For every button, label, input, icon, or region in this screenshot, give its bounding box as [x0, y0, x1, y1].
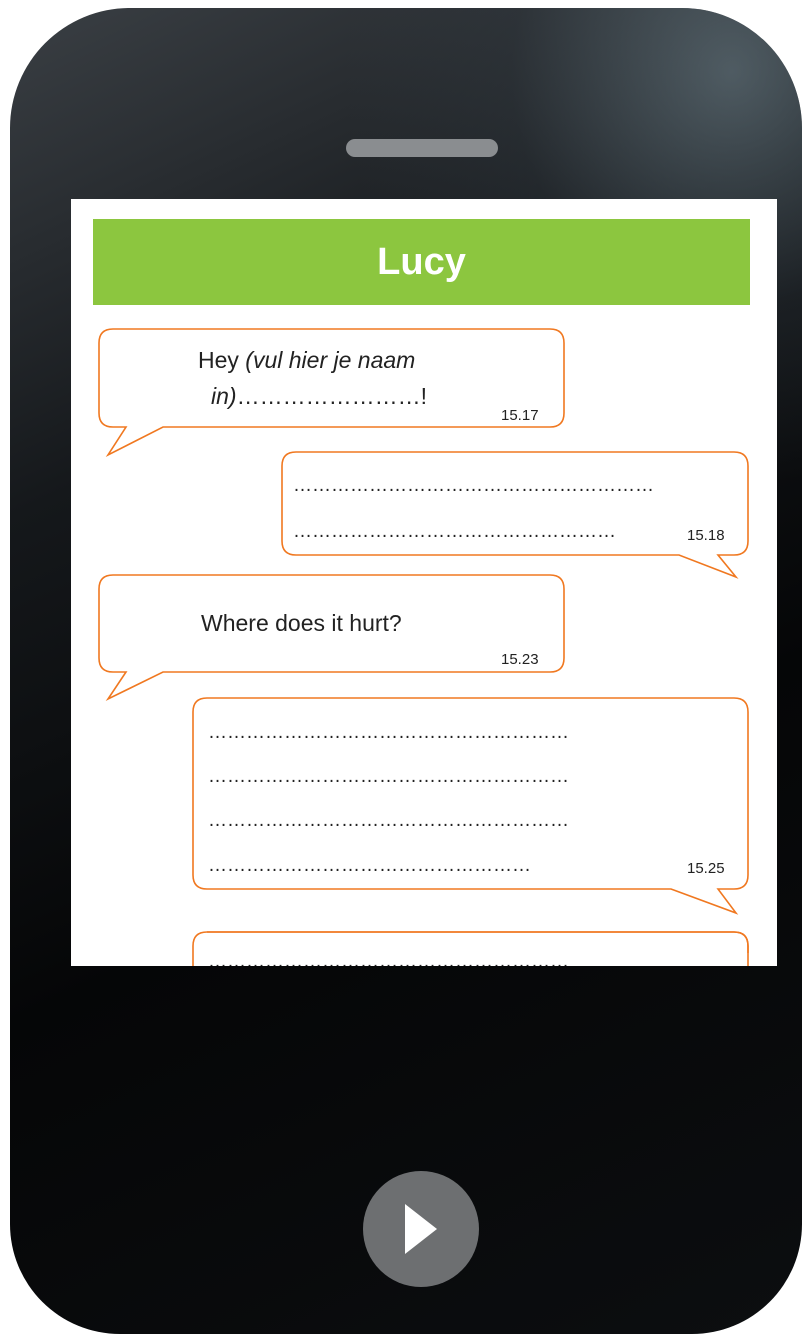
play-icon — [405, 1204, 437, 1254]
phone-frame: Lucy Hey (vul hier je naam in)……………………! … — [10, 8, 802, 1334]
home-button[interactable] — [363, 1171, 479, 1287]
bubble-m5-outline-full — [207, 931, 749, 953]
speaker-grille — [346, 139, 498, 157]
